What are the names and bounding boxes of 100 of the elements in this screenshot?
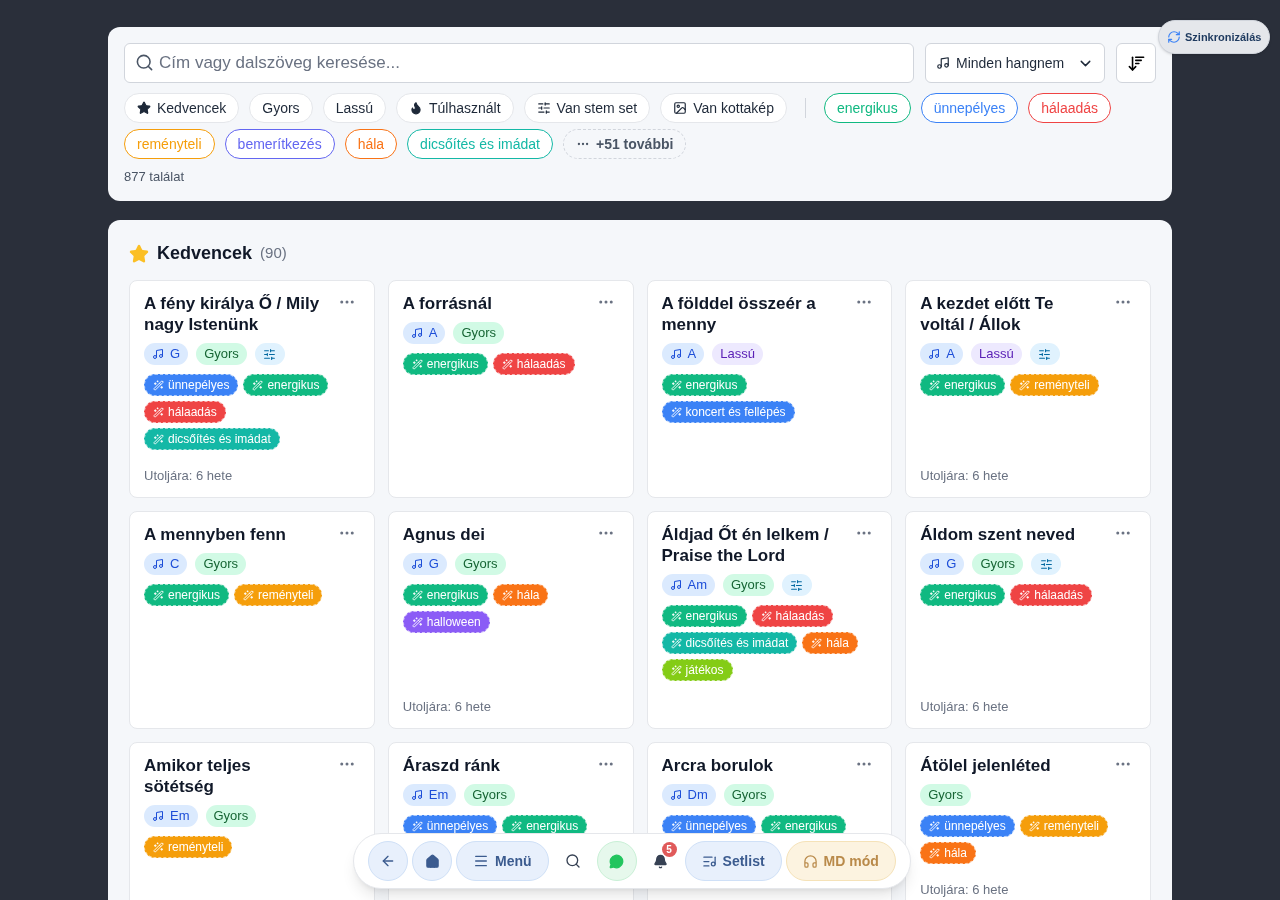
mood-tag: hálaadás — [751, 605, 834, 627]
star-icon — [129, 243, 149, 264]
music-note-icon — [669, 579, 682, 591]
bell-icon — [653, 853, 669, 869]
mood-tag: dicsőítés és imádat — [661, 632, 798, 654]
key-badge: Am — [661, 574, 715, 596]
filter-chip[interactable]: Van kottakép — [660, 93, 787, 123]
back-button[interactable] — [368, 841, 408, 881]
song-card[interactable]: A földdel összeér a menny A Lassú energikus koncert és fellépés — [646, 280, 893, 498]
search-field[interactable]: Cím vagy dalszöveg keresése... — [124, 43, 914, 83]
mood-tag: játékos — [661, 659, 733, 681]
mood-tag: reményteli — [1010, 374, 1099, 396]
song-title: Amikor teljes sötétség — [144, 755, 252, 797]
filter-chip[interactable]: Kedvencek — [124, 93, 240, 123]
sliders-icon — [1038, 347, 1052, 361]
section-title: Kedvencek — [157, 242, 253, 265]
key-badge: C — [144, 553, 188, 575]
list-icon — [701, 853, 717, 869]
last-used-text: Utoljára: 6 hete — [144, 467, 234, 484]
tempo-badge: Lassú — [712, 343, 763, 365]
mood-tag: hálaadás — [492, 353, 575, 375]
song-card[interactable]: A kezdet előtt Te voltál / Állok A Lassú energikus reményteli Utoljára: 6 hete — [905, 280, 1151, 498]
sort-icon — [1126, 53, 1146, 73]
mood-tag: hála — [920, 842, 976, 864]
song-card[interactable]: Áldom szent neved G Gyors energikus hálaadás Utoljára: 6 hete — [905, 511, 1151, 729]
filter-chip[interactable]: Gyors — [249, 93, 313, 123]
home-button[interactable] — [412, 841, 452, 881]
filter-chip[interactable]: Túlhasznált — [396, 93, 514, 123]
back-arrow-icon — [380, 853, 396, 869]
tempo-badge: Gyors — [196, 343, 247, 365]
song-title: A forrásnál — [402, 293, 493, 314]
sliders-icon — [790, 578, 804, 592]
menu-button[interactable]: Menü — [456, 841, 549, 881]
wand-icon — [153, 406, 164, 418]
music-note-icon — [152, 558, 164, 570]
mood-filter-chip[interactable]: ünnepélyes — [920, 93, 1019, 123]
filter-chip[interactable]: Van stem set — [523, 93, 651, 123]
wand-icon — [670, 610, 682, 622]
music-note-icon — [669, 348, 682, 360]
tempo-badge: Gyors — [723, 574, 774, 596]
section-count: (90) — [260, 243, 287, 264]
song-title: Áraszd ránk — [402, 755, 502, 776]
mood-tag: hála — [492, 584, 549, 606]
music-note-icon — [410, 789, 423, 801]
song-title: Agnus dei — [402, 524, 486, 545]
wand-icon — [760, 610, 772, 622]
song-title: A fény királya Ő / Mily nagy Istenünk — [144, 293, 321, 335]
wand-icon — [929, 820, 941, 832]
mood-tag: energikus — [661, 374, 747, 396]
wand-icon — [411, 589, 423, 601]
notification-count: 5 — [661, 842, 677, 857]
mood-tag: energikus — [144, 584, 230, 606]
music-note-icon — [152, 810, 164, 822]
sort-button[interactable] — [1116, 43, 1156, 83]
tempo-badge: Gyors — [453, 322, 505, 344]
setlist-button[interactable]: Setlist — [684, 841, 782, 881]
mood-tag: energikus — [920, 584, 1006, 606]
song-title: Átölel jelenléted — [920, 755, 1052, 776]
key-select[interactable]: Minden hangnem — [925, 43, 1105, 83]
sync-button[interactable]: Szinkronizálás — [1158, 20, 1271, 54]
key-badge: A — [661, 343, 705, 365]
song-card[interactable]: A mennyben fenn C Gyors energikus reményteli — [129, 511, 375, 729]
tempo-badge: Gyors — [454, 553, 506, 575]
wand-icon — [929, 847, 941, 859]
filter-chip[interactable]: Lassú — [322, 93, 386, 123]
song-title: Áldom szent neved — [920, 524, 1077, 545]
mood-tag: energikus — [402, 353, 488, 375]
mood-filter-chip[interactable]: bemerítkezés — [224, 129, 335, 159]
mood-tag: energikus — [920, 374, 1006, 396]
song-card[interactable]: Átölel jelenléted Gyors ünnepélyes reményteli hála Utoljára: 6 hete — [905, 742, 1151, 900]
last-used-text: Utoljára: 6 hete — [920, 881, 1010, 898]
song-title: Áldjad Őt én lelkem / Praise the Lord — [661, 524, 830, 566]
song-card[interactable]: A forrásnál A Gyors energikus hálaadás — [387, 280, 634, 498]
tempo-badge: Gyors — [920, 784, 971, 806]
song-card[interactable]: A fény királya Ő / Mily nagy Istenünk G Gyors ünnepélyes energikus hálaadás dicsőítés és imádat Utoljára: 6 hete — [129, 280, 375, 498]
last-used-text: Utoljára: 6 hete — [920, 467, 1010, 484]
mood-tag: koncert és fellépés — [661, 401, 795, 423]
wand-icon — [411, 616, 423, 628]
wand-icon — [929, 379, 941, 391]
song-title: A kezdet előtt Te voltál / Állok — [920, 293, 1055, 335]
wand-icon — [411, 358, 423, 370]
result-count: 877 találat — [124, 169, 184, 185]
wand-icon — [1019, 589, 1031, 601]
song-card[interactable]: Áldjad Őt én lelkem / Praise the Lord Am Gyors energikus hálaadás dicsőítés és imádat hála játékos — [646, 511, 893, 729]
mood-tag: ünnepélyes — [144, 374, 239, 396]
search-icon — [135, 53, 154, 72]
wand-icon — [153, 433, 164, 445]
mood-filter-chip[interactable]: hálaadás — [1028, 93, 1112, 123]
headphones-icon — [802, 853, 818, 869]
song-card[interactable]: Amikor teljes sötétség Em Gyors reményteli — [129, 742, 375, 900]
tempo-badge: Gyors — [723, 784, 775, 806]
wand-icon — [153, 589, 164, 601]
sync-icon — [1167, 30, 1181, 44]
music-note-icon — [936, 56, 950, 70]
wand-icon — [243, 589, 255, 601]
mood-tag: hálaadás — [1010, 584, 1092, 606]
wand-icon — [501, 358, 513, 370]
song-card[interactable]: Agnus dei G Gyors energikus hála halloween Utoljára: 6 hete — [387, 511, 634, 729]
music-note-icon — [669, 789, 682, 801]
wand-icon — [670, 406, 682, 418]
